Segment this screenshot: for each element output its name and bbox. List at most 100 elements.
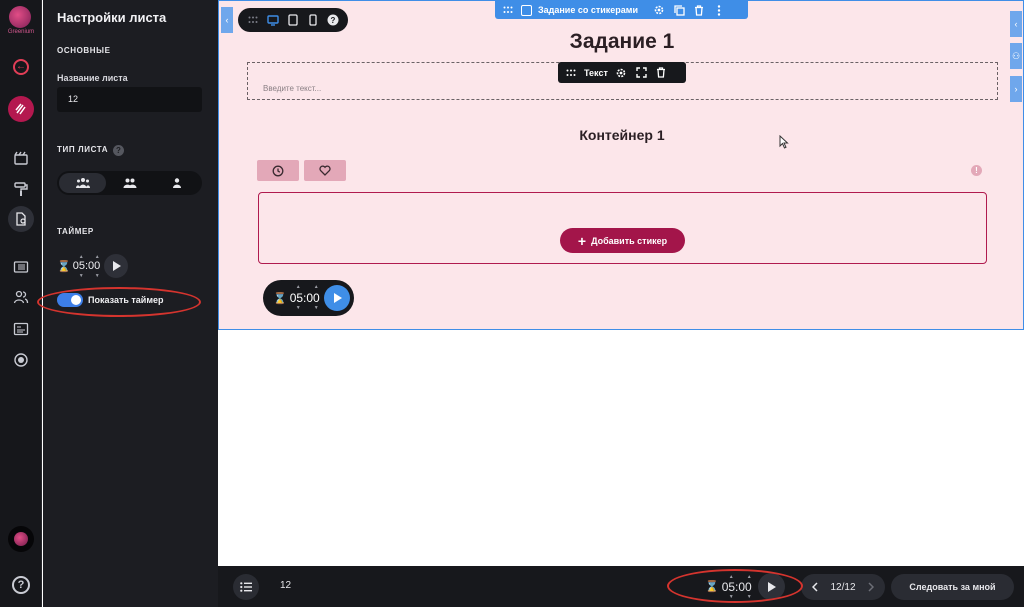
gear-icon[interactable]	[615, 66, 628, 79]
sheet-settings-panel: Настройки листа Основные Название листа …	[43, 0, 218, 607]
phone-icon[interactable]	[305, 13, 320, 28]
panel-title: Настройки листа	[57, 10, 167, 25]
bottom-timer: ⌛ ▲ ▲ 05:00 ▼ ▼	[705, 573, 785, 600]
rail-item-sheet-settings[interactable]	[8, 206, 34, 232]
type-option-single[interactable]	[153, 173, 200, 193]
device-preview-bar: ?	[238, 8, 348, 32]
block-label: Задание со стикерами	[538, 5, 638, 15]
type-option-pair[interactable]	[106, 173, 153, 193]
panel-timer-value[interactable]: ▲ ▲ 05:00 ▼ ▼	[73, 254, 101, 279]
show-timer-toggle[interactable]	[57, 293, 83, 307]
type-help-icon[interactable]: ?	[113, 145, 124, 156]
plus-icon: +	[577, 232, 587, 249]
logo-text: Greenium	[7, 29, 35, 35]
rail-item-list[interactable]	[8, 254, 34, 280]
section-main-heading: Основные	[57, 46, 111, 55]
bottom-timer-text: 05:00	[721, 579, 752, 594]
help-icon[interactable]: ?	[325, 13, 340, 28]
hourglass-icon: ⌛	[273, 292, 287, 305]
next-sheet-button[interactable]	[865, 582, 877, 592]
record-icon	[14, 353, 28, 367]
trash-icon[interactable]	[655, 66, 668, 79]
like-sticker-button[interactable]	[304, 160, 346, 181]
grid-dots-icon[interactable]	[245, 13, 260, 28]
paint-roller-icon	[14, 182, 28, 196]
minutes-up-arrow[interactable]: ▲	[296, 284, 301, 290]
icon-rail: Greenium ← ?	[0, 0, 42, 607]
group-icon	[123, 178, 136, 188]
drag-handle-icon[interactable]	[564, 66, 577, 79]
right-tab-3[interactable]: ›	[1010, 76, 1022, 102]
users-icon	[13, 290, 29, 304]
copy-icon[interactable]	[672, 3, 686, 17]
section-timer-heading: Таймер	[57, 227, 94, 236]
user-avatar[interactable]	[8, 526, 34, 552]
minutes-down-arrow[interactable]: ▼	[296, 305, 301, 311]
monitor-icon[interactable]	[265, 13, 280, 28]
drag-handle-icon[interactable]	[501, 3, 515, 17]
brush-icon	[8, 96, 34, 122]
more-icon[interactable]	[712, 3, 726, 17]
seconds-down-arrow[interactable]: ▼	[95, 273, 100, 279]
arrow-left-icon: ←	[13, 59, 29, 75]
minutes-down-arrow[interactable]: ▼	[79, 273, 84, 279]
rail-item-form[interactable]	[8, 316, 34, 342]
timer-sticker-button[interactable]	[257, 160, 299, 181]
form-icon	[13, 322, 29, 336]
floating-timer-play-button[interactable]	[324, 285, 350, 311]
hourglass-icon: ⌛	[705, 581, 719, 593]
chevron-left-icon: ‹	[225, 15, 229, 25]
app-logo[interactable]: Greenium	[6, 6, 36, 40]
sticker-container[interactable]: + Добавить стикер	[258, 192, 987, 264]
minutes-up-arrow[interactable]: ▲	[79, 254, 84, 260]
seconds-down-arrow[interactable]: ▼	[314, 305, 319, 311]
block-toolbar: Задание со стикерами	[495, 1, 748, 19]
info-icon[interactable]: !	[971, 165, 982, 176]
rail-item-record[interactable]	[8, 347, 34, 373]
prev-sheet-button[interactable]	[809, 582, 821, 592]
chevron-right-icon: ›	[1014, 84, 1018, 94]
rail-item-board[interactable]	[8, 145, 34, 171]
brush-badge[interactable]	[8, 96, 34, 122]
play-icon	[112, 261, 121, 271]
container-title[interactable]: Контейнер 1	[219, 127, 1024, 143]
sheet-name-input[interactable]: 12	[57, 87, 202, 112]
back-button[interactable]: ←	[8, 54, 34, 80]
show-timer-row[interactable]: Показать таймер	[57, 293, 164, 307]
tablet-icon[interactable]	[285, 13, 300, 28]
seconds-down-arrow[interactable]: ▼	[747, 594, 752, 600]
add-sticker-button[interactable]: + Добавить стикер	[560, 228, 685, 253]
seconds-up-arrow[interactable]: ▲	[747, 574, 752, 580]
minutes-up-arrow[interactable]: ▲	[729, 574, 734, 580]
sheets-list-button[interactable]	[233, 574, 259, 600]
block-checkbox[interactable]	[521, 4, 532, 16]
clapperboard-icon	[14, 151, 28, 165]
people-icon	[75, 178, 90, 188]
task-title[interactable]: Задание 1	[219, 30, 1024, 54]
gear-icon[interactable]	[652, 3, 666, 17]
panel-timer: ⌛ ▲ ▲ 05:00 ▼ ▼	[57, 253, 129, 279]
play-icon	[767, 581, 776, 592]
floating-timer[interactable]: ⌛ ▲ ▲ 05:00 ▼ ▼	[263, 280, 354, 316]
expand-icon[interactable]	[635, 66, 648, 79]
clock-icon	[272, 165, 284, 176]
rail-item-paint[interactable]	[8, 176, 34, 202]
type-option-group[interactable]	[59, 173, 106, 193]
seconds-up-arrow[interactable]: ▲	[95, 254, 100, 260]
bottom-timer-play-button[interactable]	[757, 573, 785, 600]
text-toolbar-label: Текст	[584, 67, 608, 78]
trash-icon[interactable]	[692, 3, 706, 17]
minutes-down-arrow[interactable]: ▼	[729, 594, 734, 600]
person-icon	[172, 178, 181, 188]
text-block-toolbar: Текст	[558, 62, 686, 83]
follow-me-button[interactable]: Следовать за мной	[891, 574, 1014, 600]
bottom-timer-value[interactable]: ▲ ▲ 05:00 ▼ ▼	[721, 574, 752, 600]
floating-timer-value[interactable]: ▲ ▲ 05:00 ▼ ▼	[290, 284, 320, 311]
text-placeholder: Введите текст...	[263, 84, 322, 93]
rail-item-users[interactable]	[8, 284, 34, 310]
help-button[interactable]: ?	[8, 572, 34, 598]
panel-timer-play-button[interactable]	[104, 254, 129, 278]
list-card-icon	[13, 261, 29, 273]
seconds-up-arrow[interactable]: ▲	[314, 284, 319, 290]
sheet-area[interactable]: ‹ ‹ ⚇ › ? Задание со стикерами Задание 1…	[218, 0, 1024, 330]
